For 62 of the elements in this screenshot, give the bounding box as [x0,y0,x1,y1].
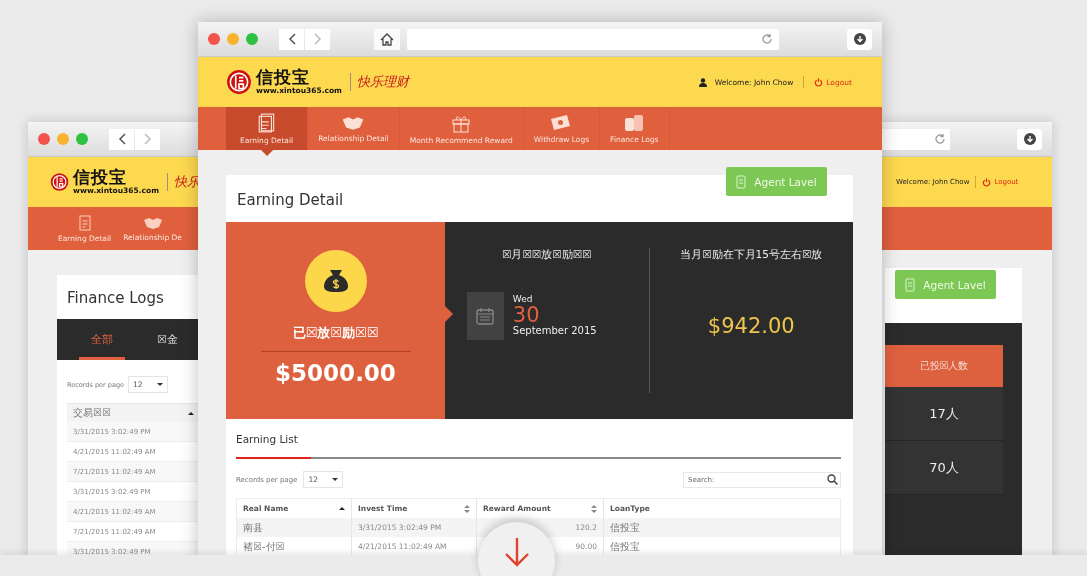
logo-name: 信投宝 [73,169,128,187]
column-header: 已投☒人数 [885,345,1003,387]
month-year-text: September 2015 [512,326,597,337]
paid-label: 已☒放☒励☒☒ [292,324,379,342]
logo-icon [226,69,252,95]
close-button[interactable] [208,33,220,45]
address-bar[interactable] [880,128,950,150]
page-title: Finance Logs [66,288,165,309]
download-icon[interactable] [853,33,866,45]
tab[interactable]: 全部 [79,319,125,360]
day-number: 30 [512,304,540,327]
stat-label: ☒月☒☒放☒励☒☒ [502,248,592,262]
minimize-button[interactable] [227,33,239,45]
download-button[interactable] [1017,128,1042,150]
handshake-icon [341,114,366,131]
caret-icon [332,478,339,481]
sort-icon [339,507,345,510]
handshake-icon [142,215,163,230]
slogan: 快乐理财 [349,73,409,91]
logo-name: 信投宝 [256,69,310,87]
search-icon[interactable] [827,474,838,485]
next-amount: $942.00 [707,314,795,338]
chevron-left-icon[interactable] [287,33,296,45]
reload-icon[interactable] [934,133,946,145]
home-button[interactable] [374,28,400,50]
sort-icon [591,504,597,513]
document-icon [76,214,93,231]
page-title: Earning Detail [237,191,344,209]
chevron-right-icon[interactable] [313,33,322,45]
chevron-right-icon[interactable] [143,133,152,145]
download-button[interactable] [847,28,872,50]
table-cell-text: 信投宝 [609,539,641,554]
table-cell: 70人 [885,441,1003,495]
calendar-icon [466,292,504,340]
maximize-button[interactable] [246,33,258,45]
section-title: Earning List [236,433,299,445]
sort-icon [464,504,470,513]
tab[interactable]: ☒金 [145,319,190,360]
close-button[interactable] [38,133,50,145]
column-header[interactable]: 交易☒☒ [67,403,200,422]
stat-label: 当月☒励在下月15号左右☒放 [680,248,823,262]
power-icon [814,77,824,87]
coins-icon [623,113,646,132]
maximize-button[interactable] [76,133,88,145]
reload-icon[interactable] [761,33,773,45]
document-icon [257,112,276,133]
table-cell: 南县 [237,518,352,537]
home-icon[interactable] [380,32,394,46]
logo-icon [50,170,70,194]
arrow-down-icon[interactable] [503,537,530,567]
table-cell: 17人 [885,387,1003,441]
power-icon [982,177,992,187]
caret-icon [157,383,163,386]
money-bag-icon [304,250,367,312]
sort-icon [188,411,194,415]
chevron-left-icon[interactable] [117,133,126,145]
user-icon [698,77,707,87]
table-cell-text: 信投宝 [609,520,641,535]
download-icon[interactable] [1023,133,1036,145]
weekday-text: Wed [512,295,534,305]
paid-amount: $5000.00 [275,360,396,386]
minimize-button[interactable] [57,133,69,145]
